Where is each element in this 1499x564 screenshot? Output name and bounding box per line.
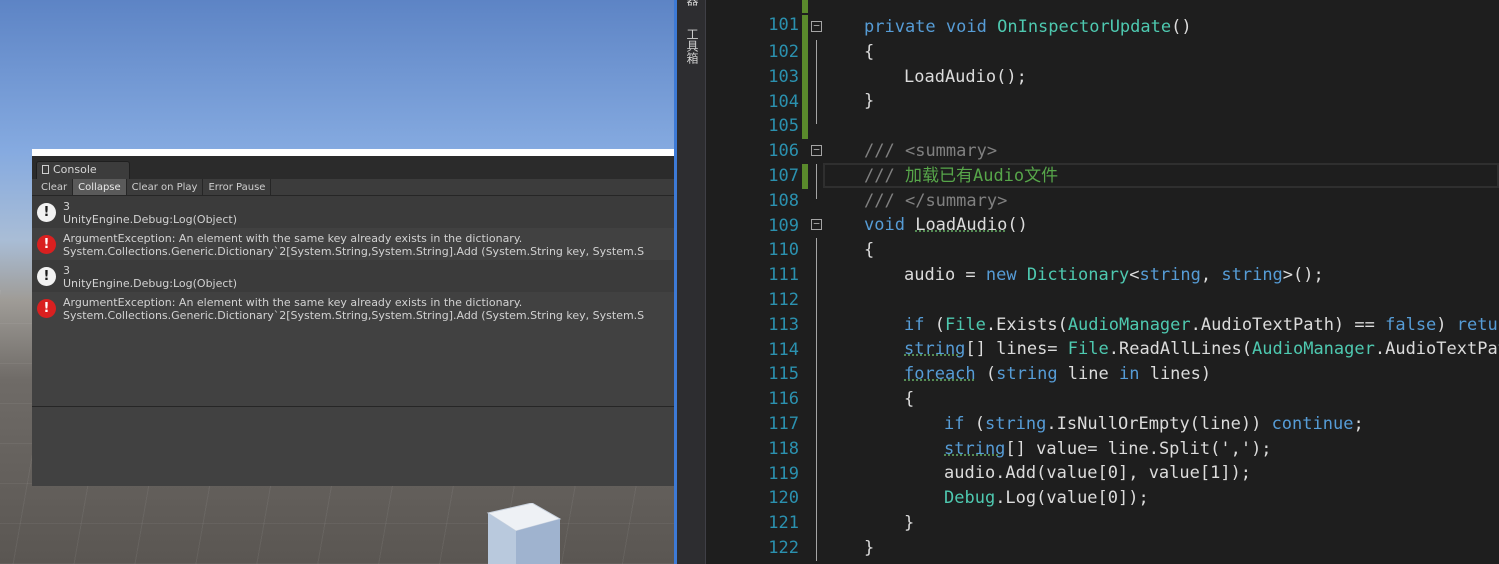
collapse-toggle[interactable]: Collapse xyxy=(73,179,127,195)
code-text: } xyxy=(864,538,875,558)
console-detail-pane xyxy=(32,407,674,486)
code-line: 105 } xyxy=(706,89,1499,136)
clear-on-play-toggle[interactable]: Clear on Play xyxy=(126,179,204,195)
info-icon: ! xyxy=(37,203,56,222)
change-marker xyxy=(802,65,808,90)
code-text: if (string.IsNullOrEmpty(line)) continue… xyxy=(944,414,1364,434)
code-line: 115 string[] lines= File.ReadAllLines(Au… xyxy=(706,337,1499,384)
code-text: /// </summary> xyxy=(864,191,1008,211)
collapse-icon[interactable]: − xyxy=(811,20,822,32)
code-line: 122 } xyxy=(706,511,1499,558)
code-text: { xyxy=(864,240,875,260)
code-line: 106 xyxy=(706,114,1499,161)
code-editor[interactable]: 101 102 − private void OnInspectorUpdate… xyxy=(706,0,1499,564)
code-line: 121 Debug.Log(value[0]); xyxy=(706,486,1499,533)
code-line: 118 if (string.IsNullOrEmpty(line)) cont… xyxy=(706,412,1499,459)
tab-console-label: Console xyxy=(53,163,97,176)
log-entry[interactable]: ! ArgumentException: An element with the… xyxy=(32,292,674,324)
code-text: audio.Add(value[0], value[1]); xyxy=(944,463,1252,483)
code-text: private void OnInspectorUpdate() xyxy=(864,17,1192,37)
console-icon xyxy=(42,165,49,174)
log-message: 3 xyxy=(63,264,70,277)
code-line: 123 } xyxy=(706,536,1499,564)
code-line: 112 audio = new Dictionary<string, strin… xyxy=(706,263,1499,310)
log-message: ArgumentException: An element with the s… xyxy=(63,296,523,309)
tab-console[interactable]: Console xyxy=(36,161,130,179)
side-tab-explorer[interactable]: 器 xyxy=(684,0,701,6)
code-line: 102 − private void OnInspectorUpdate() xyxy=(706,15,1499,62)
code-text: { xyxy=(864,42,875,62)
code-text: string[] lines= File.ReadAllLines(AudioM… xyxy=(904,339,1499,359)
change-marker xyxy=(802,164,808,189)
code-text: if (File.Exists(AudioManager.AudioTextPa… xyxy=(904,315,1499,335)
code-line: 109 /// </summary> xyxy=(706,189,1499,236)
log-entry[interactable]: ! ArgumentException: An element with the… xyxy=(32,228,674,260)
code-line: 111 { xyxy=(706,238,1499,285)
info-icon: ! xyxy=(37,267,56,286)
code-line: 116 foreach (string line in lines) xyxy=(706,362,1499,409)
console-log-list[interactable]: ! 3 UnityEngine.Debug:Log(Object) ! Argu… xyxy=(32,196,674,396)
code-text: { xyxy=(904,389,915,409)
log-stacktrace: UnityEngine.Debug:Log(Object) xyxy=(63,276,238,290)
code-text: audio = new Dictionary<string, string>()… xyxy=(904,265,1324,285)
code-text: void LoadAudio() xyxy=(864,215,1028,235)
change-marker xyxy=(802,0,808,13)
error-icon: ! xyxy=(37,299,56,318)
code-line: 104 LoadAudio(); xyxy=(706,65,1499,112)
code-text: /// <summary> xyxy=(864,141,998,161)
code-line: 107 − /// <summary> xyxy=(706,139,1499,186)
log-stacktrace: UnityEngine.Debug:Log(Object) xyxy=(63,212,238,226)
collapse-icon[interactable]: − xyxy=(811,144,822,156)
code-line: 120 audio.Add(value[0], value[1]); xyxy=(706,461,1499,508)
log-message: ArgumentException: An element with the s… xyxy=(63,232,523,245)
log-stacktrace: System.Collections.Generic.Dictionary`2[… xyxy=(63,308,645,322)
collapse-icon[interactable]: − xyxy=(811,218,822,230)
code-text: } xyxy=(864,91,875,111)
console-window: Console Clear Collapse Clear on Play Err… xyxy=(32,149,674,486)
code-text: foreach (string line in lines) xyxy=(904,364,1212,384)
code-line: 103 { xyxy=(706,40,1499,87)
code-line: 117 { xyxy=(706,387,1499,434)
code-text: Debug.Log(value[0]); xyxy=(944,488,1149,508)
log-entry[interactable]: ! 3 UnityEngine.Debug:Log(Object) xyxy=(32,196,674,228)
code-text: string[] value= line.Split(','); xyxy=(944,439,1272,459)
error-pause-toggle[interactable]: Error Pause xyxy=(203,179,272,195)
change-marker xyxy=(802,40,808,65)
change-marker xyxy=(802,114,808,139)
code-line: 101 xyxy=(706,0,1499,35)
code-text: LoadAudio(); xyxy=(904,67,1027,87)
cube-object[interactable] xyxy=(486,503,562,564)
change-marker xyxy=(802,15,808,40)
code-text: } xyxy=(904,513,915,533)
vs-side-toolbar: 器 工具箱 xyxy=(677,0,706,564)
console-tabbar: Console xyxy=(32,156,674,179)
code-line: 110 − void LoadAudio() xyxy=(706,213,1499,260)
console-toolbar: Clear Collapse Clear on Play Error Pause xyxy=(32,179,674,196)
code-line: 113 xyxy=(706,288,1499,335)
code-line: 119 string[] value= line.Split(','); xyxy=(706,437,1499,484)
clear-button[interactable]: Clear xyxy=(36,179,74,195)
error-icon: ! xyxy=(37,235,56,254)
log-entry[interactable]: ! 3 UnityEngine.Debug:Log(Object) xyxy=(32,260,674,292)
code-line: 108 /// 加载已有Audio文件 xyxy=(706,164,1499,211)
code-text: /// 加载已有Audio文件 xyxy=(864,166,1059,186)
code-line: 114 if (File.Exists(AudioManager.AudioTe… xyxy=(706,313,1499,360)
side-tab-toolbox[interactable]: 工具箱 xyxy=(684,28,701,64)
change-marker xyxy=(802,89,808,114)
log-stacktrace: System.Collections.Generic.Dictionary`2[… xyxy=(63,244,645,258)
log-message: 3 xyxy=(63,200,70,213)
